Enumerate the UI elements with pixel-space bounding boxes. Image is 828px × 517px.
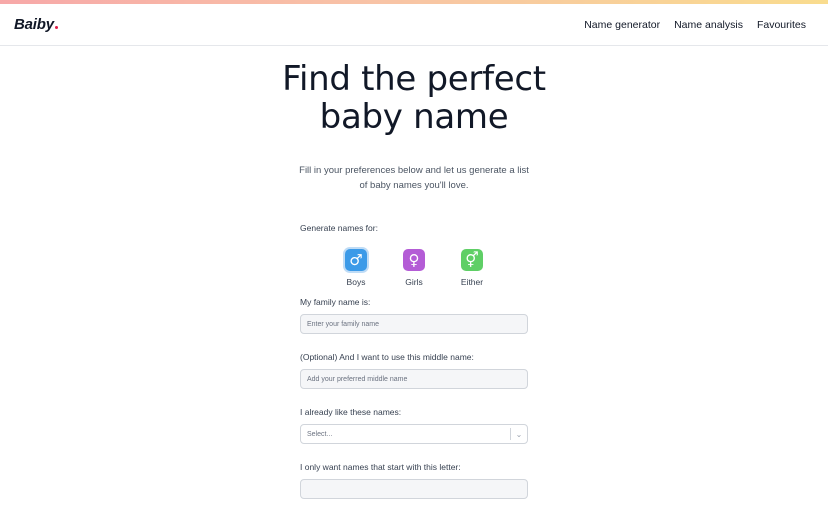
nav-name-analysis[interactable]: Name analysis [674, 19, 743, 31]
chevron-down-icon[interactable]: ⌄ [511, 430, 527, 439]
site-header: Baiby Name generator Name analysis Favou… [0, 4, 828, 46]
liked-names-placeholder: Select... [307, 430, 333, 438]
preferences-form: Generate names for: ♂ Boys ♀ Girls ⚥ Eit… [300, 223, 528, 517]
middle-name-input[interactable]: Add your preferred middle name [300, 369, 528, 389]
gender-label-either: Either [460, 277, 484, 287]
family-name-label: My family name is: [300, 297, 371, 307]
family-name-field: My family name is: Enter your family nam… [300, 297, 528, 334]
gender-selector: ♂ Boys ♀ Girls ⚥ Either [300, 249, 528, 287]
family-name-placeholder: Enter your family name [307, 320, 379, 328]
gender-label-boys: Boys [346, 277, 366, 287]
either-gender-icon[interactable]: ⚥ [461, 249, 483, 271]
nav-favourites[interactable]: Favourites [757, 19, 806, 31]
logo-dot [54, 26, 58, 29]
liked-names-select[interactable]: Select... ⌄ [300, 424, 528, 444]
middle-name-label: (Optional) And I want to use this middle… [300, 352, 474, 362]
page-subtitle: Fill in your preferences below and let u… [299, 165, 529, 191]
page-title: Find the perfect baby name [282, 59, 546, 137]
male-icon[interactable]: ♂ [345, 249, 367, 271]
starting-letter-label: I only want names that start with this l… [300, 462, 461, 472]
gender-option-either[interactable]: ⚥ Either [460, 249, 484, 287]
middle-name-placeholder: Add your preferred middle name [307, 375, 408, 383]
main-nav: Name generator Name analysis Favourites [584, 19, 806, 31]
starting-letter-input[interactable] [300, 479, 528, 499]
generate-for-label: Generate names for: [300, 223, 378, 233]
liked-names-field: I already like these names: Select... ⌄ [300, 407, 528, 444]
logo[interactable]: Baiby [14, 16, 58, 33]
female-icon[interactable]: ♀ [403, 249, 425, 271]
family-name-input[interactable]: Enter your family name [300, 314, 528, 334]
main-content: Find the perfect baby name Fill in your … [0, 46, 828, 517]
gender-label-girls: Girls [405, 277, 423, 287]
liked-names-label: I already like these names: [300, 407, 402, 417]
gender-option-girls[interactable]: ♀ Girls [402, 249, 426, 287]
middle-name-field: (Optional) And I want to use this middle… [300, 352, 528, 389]
logo-text: Baiby [14, 16, 54, 33]
gender-option-boys[interactable]: ♂ Boys [344, 249, 368, 287]
starting-letter-field: I only want names that start with this l… [300, 462, 528, 499]
nav-name-generator[interactable]: Name generator [584, 19, 660, 31]
